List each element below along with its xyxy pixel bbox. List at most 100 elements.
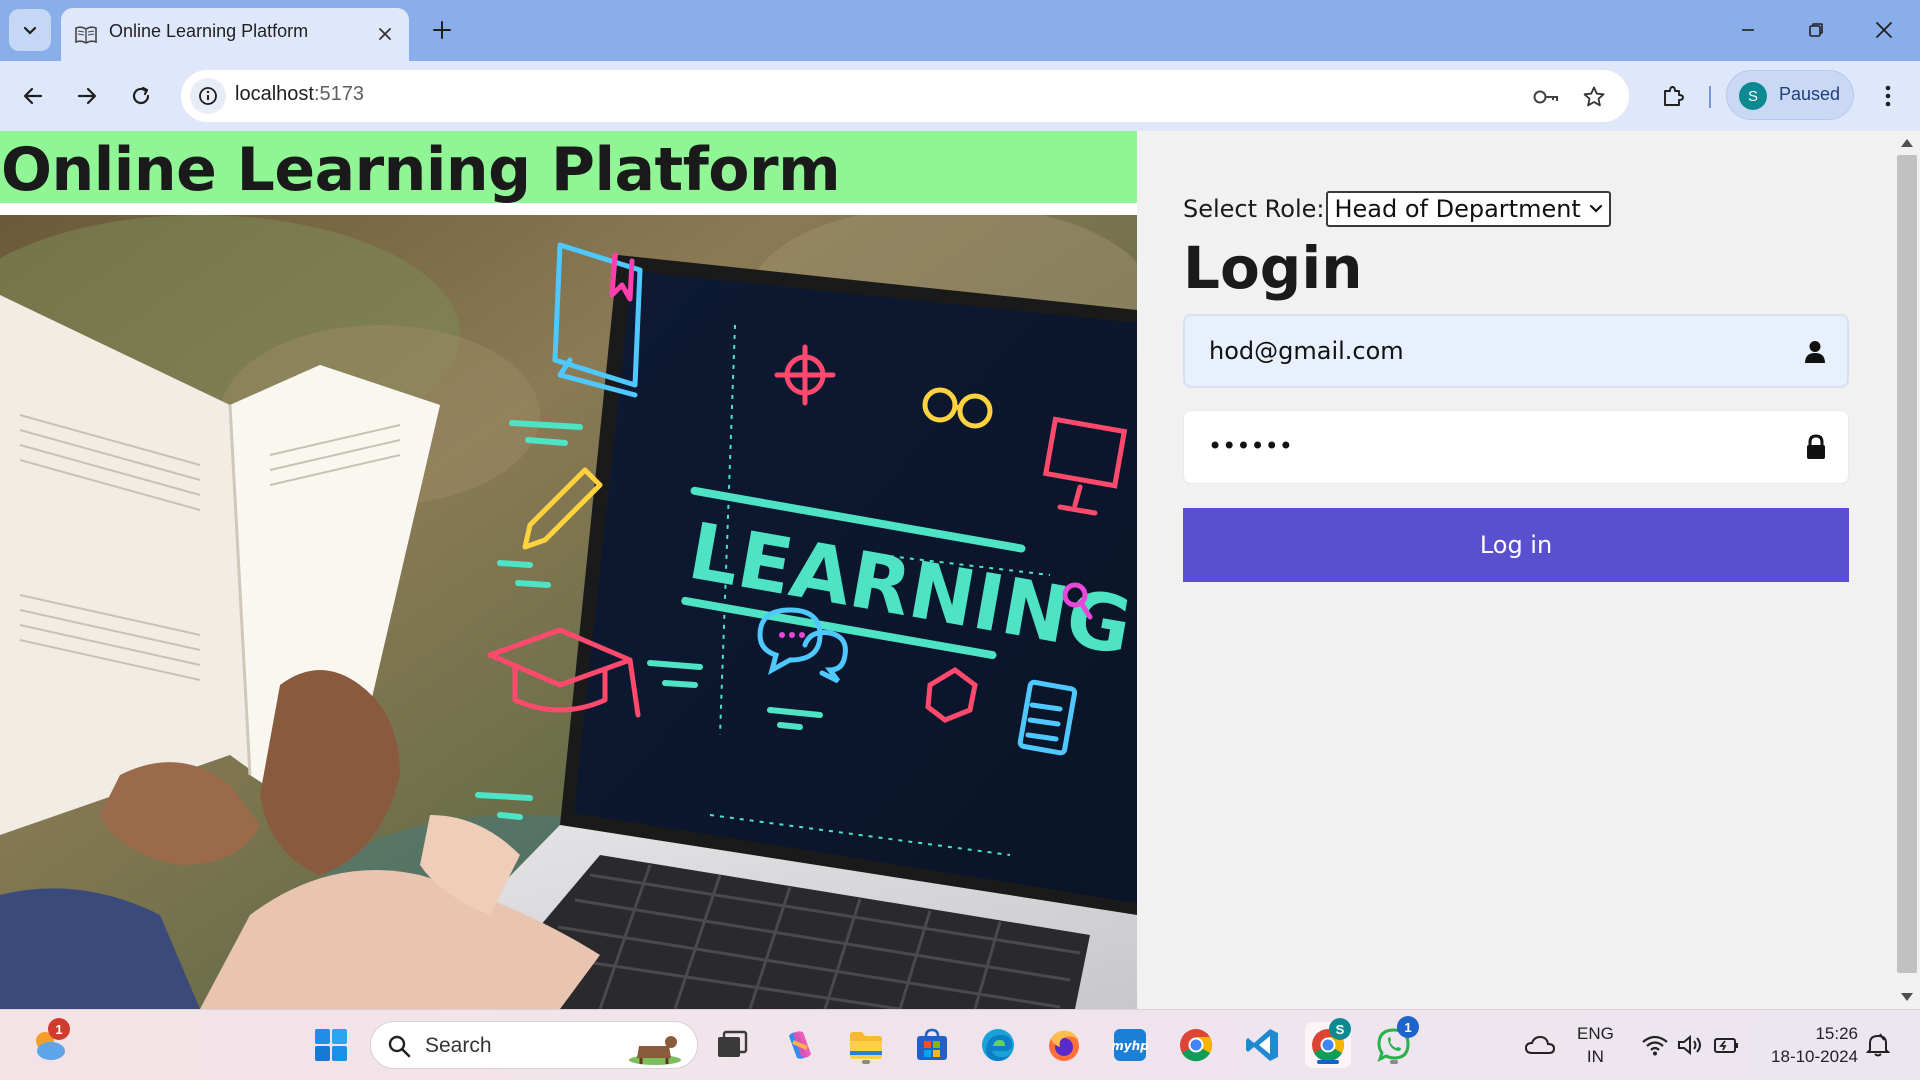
email-value: hod@gmail.com [1209,337,1404,365]
profile-button[interactable]: S Paused [1726,70,1854,120]
reload-button[interactable] [121,76,161,116]
new-tab-button[interactable] [424,12,460,48]
password-value: •••••• [1208,432,1293,460]
browser-menu-button[interactable] [1868,76,1908,116]
close-icon [379,28,391,40]
back-button[interactable] [13,76,53,116]
battery-icon [1714,1038,1738,1053]
address-bar[interactable]: localhost:5173 [181,70,1629,122]
active-indicator [1317,1060,1339,1064]
star-icon [1583,86,1605,107]
url-text: localhost:5173 [235,83,364,106]
svg-text:myhp: myhp [1112,1039,1148,1053]
folder-icon [850,1032,882,1059]
bookmark-button[interactable] [1579,82,1609,112]
tab-search-button[interactable] [9,9,51,51]
reload-icon [132,86,150,105]
volume-icon [1678,1034,1701,1056]
running-indicator [1390,1060,1398,1064]
page-viewport: Online Learning Platform LEARNING Select… [0,131,1920,1009]
role-select-value: Head of Department [1334,195,1581,223]
store-icon [917,1028,947,1060]
language-line-2: IN [1586,1047,1604,1066]
login-heading: Login [1183,234,1363,302]
browser-toolbar: localhost:5173 S Paused [0,61,1920,131]
clock-time: 15:26 [1815,1024,1858,1043]
clock-date: 18-10-2024 [1771,1047,1858,1066]
lock-icon [1802,433,1830,461]
forward-button[interactable] [67,76,107,116]
profile-badge: S [1329,1018,1351,1040]
key-icon [1533,90,1558,104]
hero-image: LEARNING [0,215,1137,1009]
chrome-profile-app[interactable]: S [1305,1018,1351,1068]
whatsapp-app[interactable]: 1 [1371,1016,1419,1068]
site-header: Online Learning Platform [0,131,1137,205]
taskbar-search[interactable]: Search [370,1021,698,1069]
url-port: :5173 [313,83,364,105]
restore-button[interactable] [1792,8,1840,52]
search-icon [388,1035,411,1058]
email-field[interactable]: hod@gmail.com [1183,314,1849,388]
browser-tab-active[interactable]: Online Learning Platform [61,8,409,61]
windows-taskbar: 1 Search myhp S 1 ENG IN 15:26 18-10-202… [0,1009,1920,1080]
chrome-app[interactable] [1173,1022,1219,1068]
page-title: Online Learning Platform [1,135,841,205]
edge-app[interactable] [975,1022,1021,1068]
chevron-down-icon [1589,204,1602,213]
firefox-icon [1049,1030,1079,1061]
scroll-up-arrow[interactable] [1901,139,1913,147]
role-label: Select Role: [1183,195,1325,223]
profile-status: Paused [1779,84,1841,104]
clock[interactable]: 15:26 18-10-2024 [1758,1022,1858,1068]
toolbar-divider [1709,86,1711,108]
close-icon [1876,22,1892,38]
left-panel: Online Learning Platform LEARNING [0,131,1137,1009]
more-vertical-icon [1885,85,1891,107]
password-field[interactable]: •••••• [1183,410,1849,484]
language-indicator[interactable]: ENG IN [1577,1022,1614,1068]
myhp-app[interactable]: myhp [1107,1022,1153,1068]
firefox-app[interactable] [1041,1022,1087,1068]
start-button[interactable] [308,1022,354,1068]
restore-icon [1809,23,1823,37]
notifications-button[interactable] [1856,1022,1900,1068]
scroll-down-arrow[interactable] [1901,993,1913,1001]
search-highlight-icon [629,1036,681,1065]
plus-icon [433,21,451,39]
myhp-icon: myhp [1112,1029,1148,1061]
language-line-1: ENG [1577,1024,1614,1043]
role-selector-row: Select Role: Head of Department [1183,191,1611,227]
microsoft-store-app[interactable] [909,1022,955,1068]
scroll-thumb[interactable] [1897,155,1917,973]
weather-widget[interactable]: 1 [26,1018,72,1068]
vscode-icon [1246,1029,1278,1061]
file-explorer-app[interactable] [843,1022,889,1068]
chrome-icon [1180,1029,1213,1062]
puzzle-icon [1664,86,1684,106]
arrow-right-icon [77,87,97,105]
tab-close-button[interactable] [373,22,397,46]
login-button[interactable]: Log in [1183,508,1849,582]
minimize-icon [1742,29,1754,31]
task-view-icon [718,1030,748,1057]
site-info-button[interactable] [190,78,226,114]
weather-badge: 1 [48,1018,70,1040]
bell-icon [1866,1033,1890,1057]
vscode-app[interactable] [1239,1022,1285,1068]
copilot-app[interactable] [777,1022,823,1068]
close-window-button[interactable] [1860,8,1908,52]
role-select[interactable]: Head of Department [1326,191,1611,227]
password-key-button[interactable] [1531,82,1561,112]
browser-tab-bar: Online Learning Platform [0,0,1920,61]
info-icon [199,87,217,105]
page-scrollbar[interactable] [1894,131,1920,1009]
minimize-button[interactable] [1724,8,1772,52]
extensions-button[interactable] [1653,76,1693,116]
whatsapp-badge: 1 [1397,1016,1419,1038]
task-view-button[interactable] [709,1022,755,1068]
system-tray-status[interactable] [1631,1022,1751,1068]
search-placeholder: Search [425,1034,492,1057]
copilot-icon [789,1031,811,1059]
onedrive-button[interactable] [1517,1022,1563,1068]
